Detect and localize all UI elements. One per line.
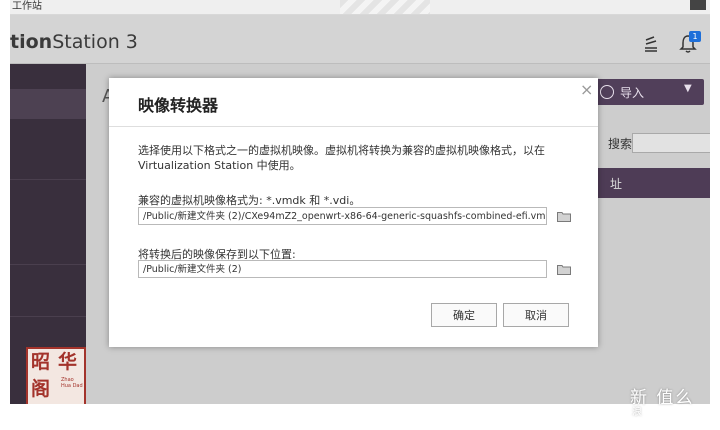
seal-char-3: 阁 xyxy=(31,378,51,400)
sidebar: 昭 华 阁 Zhao Hua Dad xyxy=(10,64,86,404)
destination-path-field[interactable]: /Public/新建文件夹 (2) xyxy=(138,260,547,278)
import-button[interactable]: 导入 ▼ xyxy=(590,79,704,105)
search-input[interactable] xyxy=(632,133,710,153)
source-label: 兼容的虚拟机映像格式为: *.vmdk 和 *.vdi。 xyxy=(138,194,361,207)
chevron-down-icon[interactable]: ▼ xyxy=(684,83,692,94)
stack-icon[interactable] xyxy=(640,33,662,55)
sidebar-divider xyxy=(10,264,86,265)
notification-badge: 1 xyxy=(689,31,701,42)
seal-small-text: Zhao Hua Dad xyxy=(61,377,83,389)
dialog-divider xyxy=(109,126,598,127)
folder-icon[interactable] xyxy=(557,211,571,222)
seal-watermark: 昭 华 阁 Zhao Hua Dad xyxy=(26,347,86,404)
table-column-fragment: 址 xyxy=(610,177,623,191)
image-converter-dialog: 映像转换器 × 选择使用以下格式之一的虚拟机映像。虚拟机将转换为兼容的虚拟机映像… xyxy=(109,78,598,347)
app-title-bold: tion xyxy=(10,31,53,53)
source-path-field[interactable]: /Public/新建文件夹 (2)/CXe94mZ2_openwrt-x86-6… xyxy=(138,207,547,225)
browser-tab-strip: 工作站 xyxy=(10,0,710,15)
sidebar-divider xyxy=(10,316,86,317)
close-icon[interactable]: × xyxy=(580,80,593,99)
import-button-label: 导入 xyxy=(620,86,645,100)
search-label: 搜索 xyxy=(608,137,633,151)
app-title-rest: Station 3 xyxy=(52,31,138,53)
dialog-title: 映像转换器 xyxy=(138,96,219,115)
watermark-subtext: 浪 xyxy=(632,407,642,418)
ok-button[interactable]: 确定 xyxy=(431,303,497,327)
browser-tab-label[interactable]: 工作站 xyxy=(12,0,42,14)
app-title: tionStation 3 xyxy=(10,31,138,53)
sidebar-divider xyxy=(10,179,86,180)
seal-char-2: 华 xyxy=(58,351,78,373)
import-icon xyxy=(600,85,614,99)
sidebar-item-active[interactable] xyxy=(10,89,86,119)
tab-decoration xyxy=(340,0,430,14)
folder-icon[interactable] xyxy=(557,264,571,275)
dialog-description: 选择使用以下格式之一的虚拟机映像。虚拟机将转换为兼容的虚拟机映像格式，以在 Vi… xyxy=(138,144,545,172)
app-header: tionStation 3 1 xyxy=(10,15,710,64)
window-control[interactable] xyxy=(690,0,706,10)
seal-char-1: 昭 xyxy=(31,351,51,373)
cancel-button[interactable]: 取消 xyxy=(503,303,569,327)
